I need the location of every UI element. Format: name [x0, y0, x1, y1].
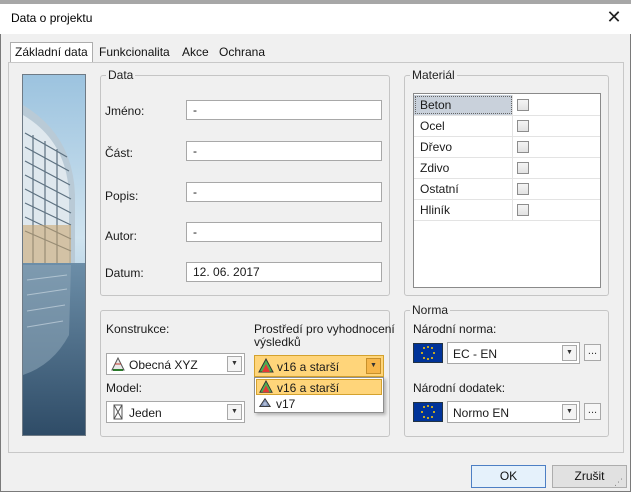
prostredi-label: Prostředí pro vyhodnocení — [254, 322, 395, 336]
building-photo — [22, 74, 86, 436]
norma-group-legend: Norma — [410, 303, 451, 317]
chevron-down-icon[interactable]: ▼ — [227, 404, 242, 420]
material-name: Ocel — [414, 116, 513, 136]
tab-ochrana[interactable]: Ochrana — [215, 43, 269, 62]
window-title: Data o projektu — [11, 11, 93, 25]
material-name: Hliník — [414, 200, 513, 220]
narodni-dodatek-combo[interactable]: Normo EN ▼ — [447, 401, 580, 423]
material-checkbox[interactable] — [517, 120, 529, 132]
prostredi-combo[interactable]: v16 a starší ▼ — [254, 355, 384, 377]
cast-field[interactable]: - — [186, 141, 382, 161]
cast-label: Část: — [105, 146, 134, 160]
autor-label: Autor: — [105, 229, 138, 243]
version-icon — [259, 379, 273, 397]
tab-funkcionalita[interactable]: Funkcionalita — [95, 43, 174, 62]
option-label: v16 a starší — [277, 381, 340, 395]
model-value: Jeden — [129, 406, 162, 420]
prostredi-label-line2: výsledků — [254, 335, 301, 349]
datum-label: Datum: — [105, 266, 144, 280]
chevron-down-icon[interactable]: ▼ — [562, 345, 577, 361]
eu-flag-icon — [413, 402, 443, 422]
narodni-norma-combo[interactable]: EC - EN ▼ — [447, 342, 580, 364]
popis-label: Popis: — [105, 189, 139, 203]
material-row-drevo[interactable]: Dřevo — [414, 137, 600, 158]
version-icon — [258, 357, 274, 377]
material-row-ocel[interactable]: Ocel — [414, 116, 600, 137]
material-name: Zdivo — [414, 158, 513, 178]
chevron-down-icon[interactable]: ▼ — [227, 356, 242, 372]
narodni-norma-value: EC - EN — [453, 347, 498, 361]
material-checkbox[interactable] — [517, 162, 529, 174]
option-label: v17 — [276, 397, 296, 411]
datum-field[interactable]: 12. 06. 2017 — [186, 262, 382, 282]
chevron-down-icon[interactable]: ▼ — [366, 358, 381, 374]
narodni-norma-label: Národní norma: — [413, 322, 497, 336]
version-icon — [258, 396, 272, 413]
tab-zakladni-data[interactable]: Základní data — [10, 42, 93, 63]
model-combo[interactable]: Jeden ▼ — [106, 401, 245, 423]
chevron-down-icon[interactable]: ▼ — [562, 404, 577, 420]
autor-field[interactable]: - — [186, 222, 382, 242]
jmeno-label: Jméno: — [105, 104, 145, 118]
narodni-dodatek-value: Normo EN — [453, 406, 510, 420]
material-checkbox[interactable] — [517, 99, 529, 111]
eu-flag-icon — [413, 343, 443, 363]
material-row-zdivo[interactable]: Zdivo — [414, 158, 600, 179]
resize-grip-icon[interactable]: ⋰ — [614, 477, 623, 488]
close-button[interactable]: ✕ — [604, 7, 624, 27]
konstrukce-label: Konstrukce: — [106, 322, 170, 336]
jmeno-field[interactable]: - — [186, 100, 382, 120]
material-name: Dřevo — [414, 137, 513, 157]
model-icon — [110, 404, 126, 423]
data-group-legend: Data — [106, 68, 136, 82]
material-row-beton[interactable]: Beton — [414, 95, 600, 116]
material-list: Beton Ocel Dřevo Zdivo Ostatní Hliník — [413, 93, 601, 288]
narodni-dodatek-label: Národní dodatek: — [413, 381, 506, 395]
prostredi-option-v16[interactable]: v16 a starší — [256, 379, 382, 395]
prostredi-option-v17[interactable]: v17 — [256, 396, 382, 412]
material-checkbox[interactable] — [517, 183, 529, 195]
prostredi-dropdown-list: v16 a starší v17 — [254, 377, 384, 413]
material-row-hlinik[interactable]: Hliník — [414, 200, 600, 221]
konstrukce-combo[interactable]: Obecná XYZ ▼ — [106, 353, 245, 375]
material-name: Beton — [414, 95, 513, 115]
material-checkbox[interactable] — [517, 204, 529, 216]
material-group-legend: Materiál — [410, 68, 457, 82]
material-checkbox[interactable] — [517, 141, 529, 153]
narodni-dodatek-browse-button[interactable]: ... — [584, 403, 601, 420]
model-label: Model: — [106, 381, 143, 395]
material-name: Ostatní — [414, 179, 513, 199]
konstrukce-value: Obecná XYZ — [129, 358, 198, 372]
ok-button[interactable]: OK — [471, 465, 546, 488]
narodni-norma-browse-button[interactable]: ... — [584, 344, 601, 361]
structure-icon — [110, 356, 126, 375]
title-bar — [0, 4, 631, 34]
tab-akce[interactable]: Akce — [178, 43, 213, 62]
popis-field[interactable]: - — [186, 182, 382, 202]
prostredi-value: v16 a starší — [277, 360, 340, 374]
material-row-ostatni[interactable]: Ostatní — [414, 179, 600, 200]
